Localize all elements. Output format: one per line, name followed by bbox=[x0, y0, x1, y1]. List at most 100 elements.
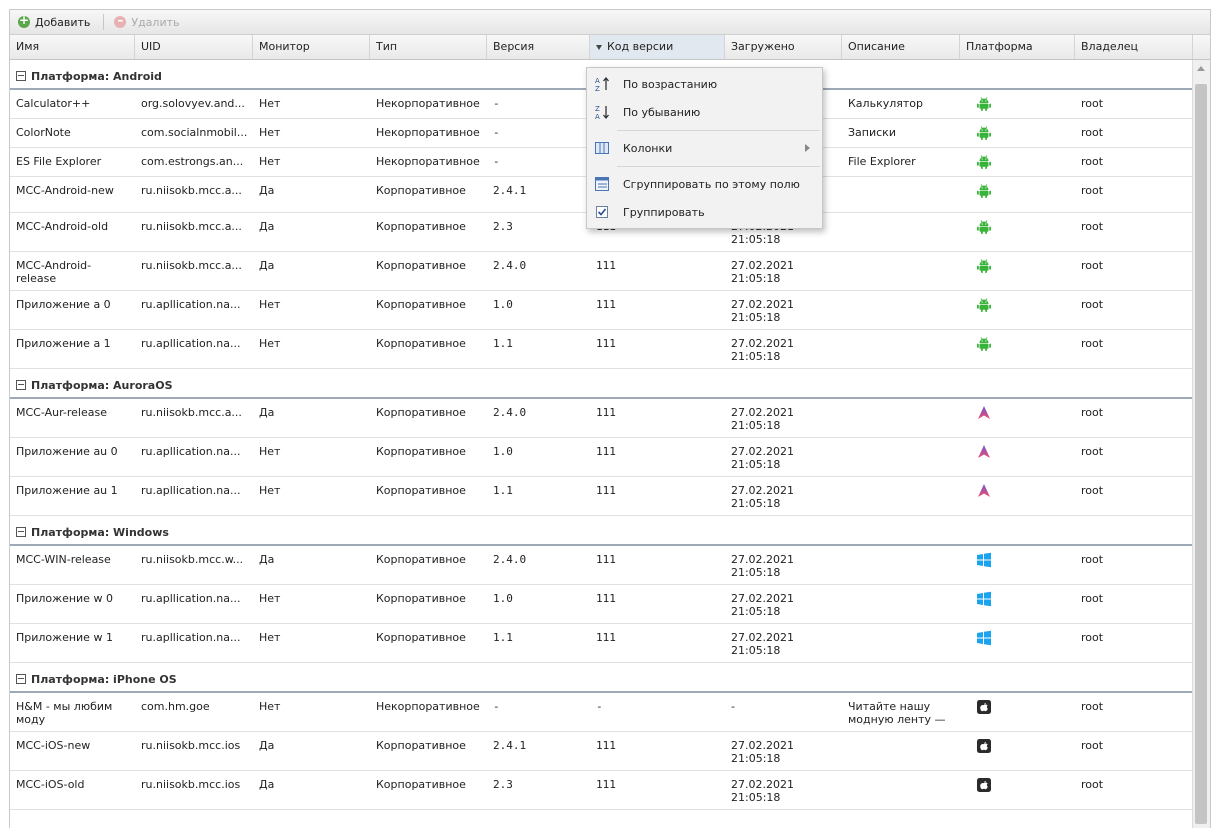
cell-monitor: Нет bbox=[259, 631, 281, 644]
column-menu-trigger-icon[interactable] bbox=[596, 44, 602, 50]
cell-type: Корпоративное bbox=[376, 259, 466, 272]
cell-name: MCC-WIN-release bbox=[16, 553, 111, 566]
table-row[interactable]: MCC-iOS-new ru.niisokb.mcc.ios Да Корпорати… bbox=[10, 732, 1192, 771]
table-row[interactable]: Приложение w 1 ru.apllication.na... Нет Кор… bbox=[10, 624, 1192, 663]
cell-name: Приложение w 1 bbox=[16, 631, 113, 644]
cell-name: MCC-iOS-old bbox=[16, 778, 85, 791]
cell-uid: ru.niisokb.mcc.a... bbox=[141, 184, 242, 197]
menu-item-columns[interactable]: Колонки bbox=[587, 135, 822, 161]
svg-text:Z: Z bbox=[595, 105, 600, 113]
menu-item-group-by-field[interactable]: Сгруппировать по этому полю bbox=[587, 171, 822, 197]
cell-type: Некорпоративное bbox=[376, 155, 480, 168]
apple-icon bbox=[977, 739, 991, 753]
android-icon bbox=[977, 184, 991, 198]
cell-uid: ru.apllication.na... bbox=[141, 298, 241, 311]
windows-icon bbox=[977, 591, 991, 607]
cell-monitor: Нет bbox=[259, 97, 281, 110]
cell-owner: root bbox=[1081, 553, 1104, 566]
svg-text:Z: Z bbox=[595, 85, 600, 92]
cell-version-code: 111 bbox=[596, 484, 616, 497]
header-col-version-code[interactable]: Код версии bbox=[590, 35, 725, 59]
platform-cell bbox=[976, 154, 992, 173]
menu-separator bbox=[617, 166, 820, 167]
submenu-arrow-icon bbox=[805, 144, 810, 152]
scroll-thumb[interactable] bbox=[1195, 84, 1207, 824]
table-row[interactable]: MCC-iOS-old ru.niisokb.mcc.ios Да Корпорати… bbox=[10, 771, 1192, 810]
header-col-platform[interactable]: Платформа bbox=[960, 35, 1075, 59]
header-col-type[interactable]: Тип bbox=[370, 35, 487, 59]
table-row[interactable]: MCC-Aur-release ru.niisokb.mcc.a... Да Корп… bbox=[10, 399, 1192, 438]
grid-header: Имя UID Монитор Тип Версия Код версии Загружен… bbox=[10, 35, 1210, 60]
table-row[interactable]: Приложение a 1 ru.apllication.na... Нет Кор… bbox=[10, 330, 1192, 369]
vertical-scrollbar[interactable] bbox=[1192, 60, 1210, 828]
header-col-description[interactable]: Описание bbox=[842, 35, 960, 59]
cell-version: 1.0 bbox=[493, 298, 513, 311]
header-label: Владелец bbox=[1081, 40, 1138, 53]
cell-uid: ru.niisokb.mcc.ios bbox=[141, 739, 241, 752]
cell-owner: root bbox=[1081, 97, 1104, 110]
add-label: Добавить bbox=[35, 15, 91, 29]
cell-owner: root bbox=[1081, 592, 1104, 605]
table-row[interactable]: H&M - мы любим моду com.hm.goe Нет Некорпор… bbox=[10, 693, 1192, 732]
table-row[interactable]: Приложение w 0 ru.apllication.na... Нет Кор… bbox=[10, 585, 1192, 624]
cell-monitor: Нет bbox=[259, 126, 281, 139]
cell-uid: com.hm.goe bbox=[141, 700, 210, 713]
menu-label-columns: Колонки bbox=[623, 142, 673, 155]
cell-uid: ru.apllication.na... bbox=[141, 445, 241, 458]
menu-separator bbox=[617, 130, 820, 131]
windows-icon bbox=[977, 630, 991, 646]
svg-text:A: A bbox=[595, 113, 600, 120]
cell-version: 2.4.1 bbox=[493, 739, 527, 752]
collapse-group-icon[interactable] bbox=[16, 71, 26, 81]
table-row[interactable]: Приложение au 0 ru.apllication.na... Нет Ко… bbox=[10, 438, 1192, 477]
header-label: Описание bbox=[848, 40, 905, 53]
platform-cell bbox=[976, 738, 992, 757]
table-row[interactable]: MCC-WIN-release ru.niisokb.mcc.w... Да Корп… bbox=[10, 546, 1192, 585]
delete-button[interactable]: Удалить bbox=[112, 13, 184, 31]
header-col-version[interactable]: Версия bbox=[487, 35, 590, 59]
cell-uid: ru.niisokb.mcc.a... bbox=[141, 259, 242, 272]
header-col-owner[interactable]: Владелец bbox=[1075, 35, 1193, 59]
group-title: Платформа: iPhone OS bbox=[16, 673, 177, 686]
table-row[interactable]: MCC-Android-release ru.niisokb.mcc.a... Да… bbox=[10, 252, 1192, 291]
header-col-name[interactable]: Имя bbox=[10, 35, 135, 59]
cell-version: 2.4.0 bbox=[493, 259, 527, 272]
group-title: Платформа: Windows bbox=[16, 526, 169, 539]
collapse-group-icon[interactable] bbox=[16, 674, 26, 684]
cell-owner: root bbox=[1081, 155, 1104, 168]
menu-label-group: Группировать bbox=[623, 206, 705, 219]
menu-label-group-by-field: Сгруппировать по этому полю bbox=[623, 178, 800, 191]
cell-monitor: Нет bbox=[259, 445, 281, 458]
scroll-up-arrow-icon[interactable] bbox=[1197, 66, 1205, 71]
header-col-uploaded[interactable]: Загружено bbox=[725, 35, 842, 59]
cell-monitor: Нет bbox=[259, 155, 281, 168]
group-title: Платформа: Android bbox=[16, 70, 162, 83]
cell-type: Некорпоративное bbox=[376, 126, 480, 139]
header-col-uid[interactable]: UID bbox=[135, 35, 253, 59]
android-icon bbox=[977, 298, 991, 312]
cell-type: Некорпоративное bbox=[376, 97, 480, 110]
cell-uploaded: 27.02.2021 21:05:18 bbox=[731, 484, 794, 510]
cell-type: Корпоративное bbox=[376, 592, 466, 605]
collapse-group-icon[interactable] bbox=[16, 527, 26, 537]
header-col-monitor[interactable]: Монитор bbox=[253, 35, 370, 59]
menu-item-sort-asc[interactable]: A Z По возрастанию bbox=[587, 71, 822, 97]
menu-item-group[interactable]: Группировать bbox=[587, 199, 822, 225]
cell-version: - bbox=[493, 97, 500, 110]
table-row[interactable]: Приложение au 1 ru.apllication.na... Нет Ко… bbox=[10, 477, 1192, 516]
group-header[interactable]: Платформа: iPhone OS bbox=[10, 663, 1192, 693]
cell-version: 2.4.0 bbox=[493, 406, 527, 419]
collapse-group-icon[interactable] bbox=[16, 380, 26, 390]
aurora-icon bbox=[978, 445, 990, 458]
group-header[interactable]: Платформа: AuroraOS bbox=[10, 369, 1192, 399]
header-label: Платформа bbox=[966, 40, 1033, 53]
add-button[interactable]: Добавить bbox=[16, 13, 95, 31]
checkbox-checked-icon[interactable] bbox=[594, 204, 610, 220]
cell-monitor: Да bbox=[259, 406, 275, 419]
platform-cell bbox=[976, 258, 992, 277]
table-row[interactable]: Приложение a 0 ru.apllication.na... Нет Кор… bbox=[10, 291, 1192, 330]
menu-item-sort-desc[interactable]: Z A По убыванию bbox=[587, 99, 822, 125]
platform-cell bbox=[976, 297, 992, 316]
group-header[interactable]: Платформа: Windows bbox=[10, 516, 1192, 546]
svg-text:A: A bbox=[595, 77, 600, 85]
